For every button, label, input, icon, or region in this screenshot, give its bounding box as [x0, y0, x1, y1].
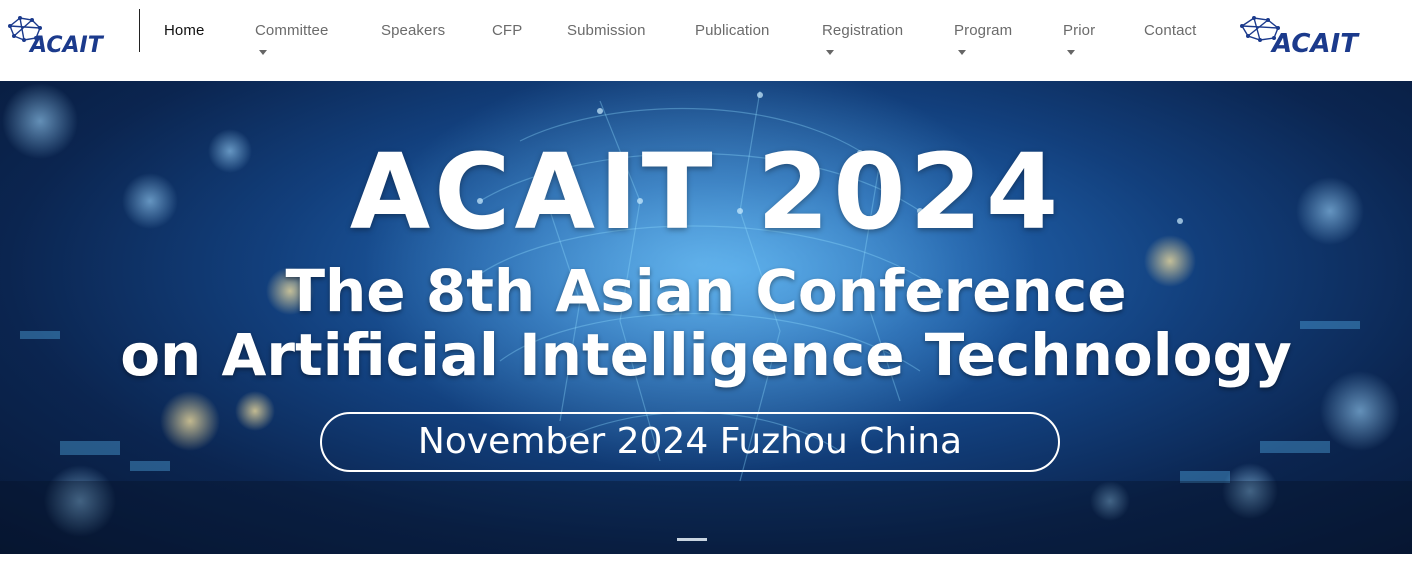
dropdown-caret-icon — [958, 50, 966, 55]
logo-text: ACAIT — [28, 33, 105, 56]
nav-item-label: Publication — [695, 22, 770, 39]
hero-title: ACAIT 2024 — [349, 131, 1063, 253]
hero-subtitle-line2: on Artificial Intelligence Technology — [120, 321, 1292, 389]
nav-item-speakers[interactable]: Speakers — [381, 22, 445, 39]
nav-item-committee[interactable]: Committee — [255, 22, 329, 55]
nav-item-cfp[interactable]: CFP — [492, 22, 522, 39]
acait-logo-left[interactable]: ACAIT — [6, 12, 116, 56]
top-navbar: ACAIT Home Committee Speakers CFP Submission… — [0, 0, 1412, 81]
nav-item-label: CFP — [492, 22, 523, 39]
nav-item-label: Contact — [1144, 22, 1197, 39]
nav-item-program[interactable]: Program — [954, 22, 1013, 55]
nav-item-prior[interactable]: Prior — [1063, 22, 1096, 55]
logo-text: ACAIT — [1270, 29, 1360, 58]
nav-item-home[interactable]: Home — [164, 22, 204, 39]
nav-item-label: Registration — [822, 22, 904, 39]
nav-item-label: Submission — [567, 22, 646, 39]
acait-logo-graphic: ACAIT — [8, 16, 105, 56]
dropdown-caret-icon — [826, 50, 834, 55]
nav-item-publication[interactable]: Publication — [695, 22, 769, 39]
nav-item-contact[interactable]: Contact — [1144, 22, 1196, 39]
nav-item-label: Prior — [1063, 22, 1096, 39]
nav-item-registration[interactable]: Registration — [822, 22, 904, 55]
hero-subtitle-line1: The 8th Asian Conference — [285, 257, 1127, 325]
dropdown-caret-icon — [1067, 50, 1075, 55]
carousel-indicator[interactable] — [677, 538, 707, 541]
nav-item-label: Home — [164, 22, 205, 39]
nav-item-label: Program — [954, 22, 1013, 39]
nav-item-submission[interactable]: Submission — [567, 22, 646, 39]
date-location-pill: November 2024 Fuzhou China — [320, 412, 1060, 472]
nav-item-label: Speakers — [381, 22, 446, 39]
dropdown-caret-icon — [259, 50, 267, 55]
nav-divider — [139, 9, 140, 52]
acait-logo-right[interactable]: ACAIT — [1238, 14, 1378, 58]
hero-banner: ACAIT 2024 The 8th Asian Conference on A… — [0, 81, 1412, 554]
acait-logo-graphic: ACAIT — [1240, 16, 1360, 58]
nav-item-label: Committee — [255, 22, 329, 39]
